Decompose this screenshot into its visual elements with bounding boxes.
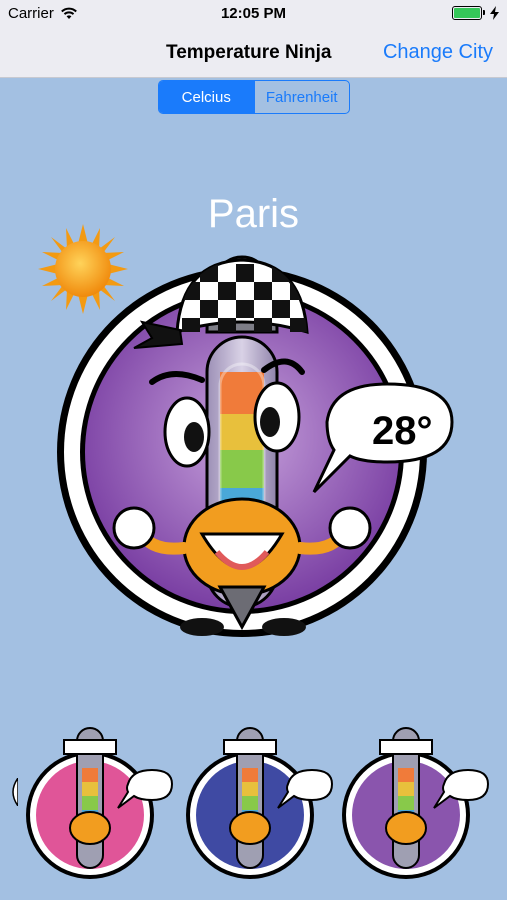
battery-indicator — [452, 6, 499, 20]
carousel-item-3[interactable] — [336, 720, 506, 885]
navigation-bar: Temperature Ninja Change City — [0, 28, 507, 78]
page-title: Temperature Ninja — [166, 42, 332, 63]
battery-icon — [452, 6, 485, 20]
temperature-unit-toggle: Celcius Fahrenheit — [158, 80, 350, 114]
carousel-item-2[interactable] — [180, 720, 350, 885]
carousel-item-1[interactable] — [20, 720, 190, 885]
fahrenheit-segment[interactable]: Fahrenheit — [253, 81, 350, 113]
charging-bolt-icon — [490, 6, 499, 20]
celsius-segment[interactable]: Celcius — [159, 81, 254, 113]
previous-item-edge[interactable] — [8, 775, 19, 809]
status-time: 12:05 PM — [220, 5, 287, 22]
status-bar: Carrier 12:05 PM — [0, 0, 507, 28]
ninja-thermometer-illustration — [57, 255, 454, 637]
temperature-readout: 28° — [372, 409, 433, 453]
change-city-button[interactable]: Change City — [383, 41, 493, 64]
